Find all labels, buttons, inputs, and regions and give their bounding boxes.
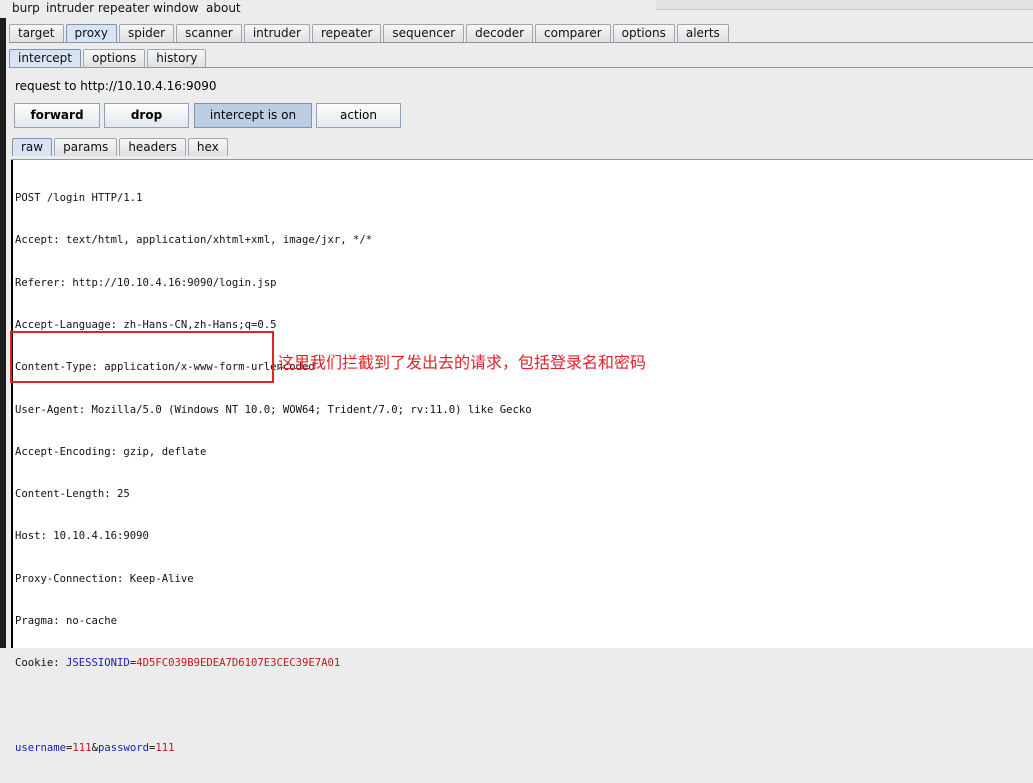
cookie-name: JSESSIONID	[66, 657, 130, 670]
editor-left-border	[11, 160, 13, 648]
message-view-tab-bar: raw params headers hex	[12, 138, 230, 157]
cookie-value: 4D5FC039B9EDEA7D6107E3CEC39E7A01	[136, 657, 341, 670]
tab-params[interactable]: params	[54, 138, 118, 156]
request-line: POST /login HTTP/1.1	[15, 192, 143, 205]
tab-intruder[interactable]: intruder	[243, 24, 310, 42]
header-referer: Referer: http://10.10.4.16:9090/login.js…	[15, 276, 277, 289]
param-username-value: 111	[72, 741, 92, 754]
tab-scanner[interactable]: scanner	[176, 24, 242, 42]
header-pragma: Pragma: no-cache	[15, 615, 118, 627]
cookie-prefix: Cookie:	[15, 657, 67, 670]
header-accept: Accept: text/html, application/xhtml+xml…	[15, 234, 373, 247]
tab-options[interactable]: options	[612, 24, 675, 42]
annotation-text: 这里我们拦截到了发出去的请求，包括登录名和密码	[278, 353, 647, 372]
tab-proxy-options[interactable]: options	[83, 49, 146, 67]
tab-hex[interactable]: hex	[187, 138, 228, 156]
request-body: username=111&password=111	[15, 741, 532, 755]
main-tab-divider	[9, 42, 1033, 43]
menu-burp[interactable]: burp	[12, 1, 40, 15]
intercept-toggle-button[interactable]: intercept is on	[194, 103, 312, 128]
proxy-tab-bar: intercept options history	[9, 49, 208, 68]
header-accept-encoding: Accept-Encoding: gzip, deflate	[15, 445, 207, 458]
background-window-strip	[656, 0, 1033, 10]
raw-request-editor[interactable]: POST /login HTTP/1.1 Accept: text/html, …	[11, 159, 1033, 754]
forward-button[interactable]: forward	[14, 103, 100, 128]
tab-intercept[interactable]: intercept	[9, 49, 81, 67]
tab-alerts[interactable]: alerts	[676, 24, 729, 42]
main-tab-bar: target proxy spider scanner intruder rep…	[9, 24, 731, 43]
header-host: Host: 10.10.4.16:9090	[15, 530, 149, 543]
tab-proxy[interactable]: proxy	[65, 24, 117, 42]
menu-window[interactable]: window	[153, 1, 199, 15]
tab-repeater[interactable]: repeater	[311, 24, 382, 42]
param-password-value: 111	[155, 741, 175, 754]
param-username-name: username	[15, 741, 67, 754]
menu-about[interactable]: about	[206, 1, 241, 15]
menu-bar: burp intruder repeater window about	[0, 0, 1033, 18]
request-text: POST /login HTTP/1.1 Accept: text/html, …	[15, 163, 532, 783]
menu-intruder[interactable]: intruder	[46, 1, 94, 15]
tab-comparer[interactable]: comparer	[535, 24, 611, 42]
header-cookie: Cookie: JSESSIONID=4D5FC039B9EDEA7D6107E…	[15, 656, 532, 670]
tab-target[interactable]: target	[9, 24, 64, 42]
header-accept-language: Accept-Language: zh-Hans-CN,zh-Hans;q=0.…	[15, 319, 277, 332]
tab-decoder[interactable]: decoder	[466, 24, 534, 42]
param-password-name: password	[97, 741, 149, 754]
credential-highlight-box	[10, 331, 274, 383]
header-content-length: Content-Length: 25	[15, 488, 130, 501]
window-left-edge	[0, 18, 6, 648]
action-button[interactable]: action	[316, 103, 401, 128]
proxy-tab-divider	[9, 67, 1033, 68]
header-user-agent: User-Agent: Mozilla/5.0 (Windows NT 10.0…	[15, 403, 532, 416]
tab-headers[interactable]: headers	[119, 138, 186, 156]
header-proxy-connection: Proxy-Connection: Keep-Alive	[15, 572, 194, 585]
tab-spider[interactable]: spider	[118, 24, 175, 42]
tab-history[interactable]: history	[147, 49, 207, 67]
request-target-label: request to http://10.10.4.16:9090	[15, 79, 217, 93]
tab-raw[interactable]: raw	[12, 138, 53, 156]
menu-repeater[interactable]: repeater	[98, 1, 149, 15]
tab-sequencer[interactable]: sequencer	[383, 24, 465, 42]
drop-button[interactable]: drop	[104, 103, 189, 128]
